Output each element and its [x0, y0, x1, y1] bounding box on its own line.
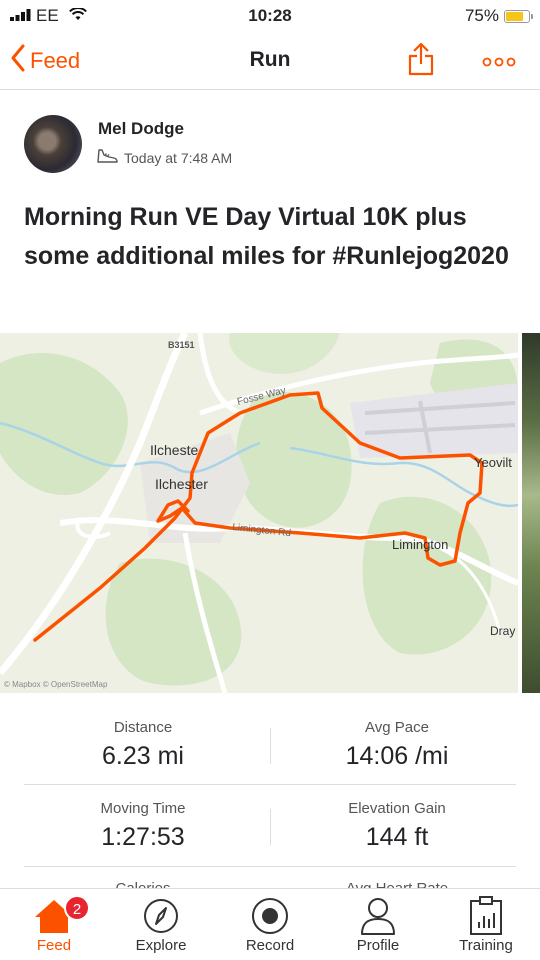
stat-distance-label: Distance	[113, 719, 173, 736]
map-label-dray: Dray	[490, 624, 515, 638]
tab-explore-label: Explore	[135, 937, 187, 954]
stat-pace: Avg Pace 14:06 /mi	[262, 719, 532, 771]
stat-elevation-value: 144 ft	[365, 823, 429, 851]
tab-training[interactable]: Training	[432, 895, 540, 954]
map-attribution: © Mapbox © OpenStreetMap	[4, 680, 108, 689]
home-icon	[0, 895, 108, 937]
tab-record[interactable]: Record	[216, 895, 324, 954]
tab-profile[interactable]: Profile	[324, 895, 432, 954]
woodland-area	[236, 391, 352, 528]
share-button[interactable]	[408, 42, 434, 81]
stat-distance: Distance 6.23 mi	[8, 719, 278, 771]
compass-icon	[107, 895, 215, 937]
woodland-area	[0, 353, 128, 495]
stat-elevation: Elevation Gain 144 ft	[262, 800, 532, 852]
map-label-ilchester: Ilchester	[155, 476, 208, 492]
profile-icon	[324, 895, 432, 937]
notification-badge: 2	[64, 895, 90, 921]
training-icon	[432, 895, 540, 937]
clock: 10:28	[248, 6, 292, 25]
stat-moving-time: Moving Time 1:27:53	[8, 800, 278, 852]
status-bar: EE 10:28 75%	[0, 0, 540, 34]
tab-explore[interactable]: Explore	[107, 895, 215, 954]
map-label-b3151: B3151	[168, 340, 195, 350]
map-label-ilchester-upper: Ilcheste	[150, 442, 198, 458]
stat-calories-label: Calories	[8, 880, 278, 888]
record-icon	[216, 895, 324, 937]
battery-percent: 75%	[464, 6, 499, 25]
tab-profile-label: Profile	[356, 937, 400, 954]
route-map[interactable]: B3151 Ilcheste Ilchester Yeovilt Limingt…	[0, 333, 518, 693]
battery: 75%	[464, 6, 533, 26]
share-icon	[408, 42, 434, 80]
nav-bar: Feed Run	[0, 34, 540, 90]
activity-time: Today at 7:48 AM	[124, 149, 233, 166]
tab-record-label: Record	[245, 937, 295, 954]
tab-feed[interactable]: 2 Feed	[0, 895, 108, 954]
woodland-area	[229, 333, 340, 374]
activity-meta: Today at 7:48 AM	[96, 148, 232, 167]
shoe-icon	[96, 148, 118, 167]
stat-moving-label: Moving Time	[100, 800, 186, 817]
page-title: Run	[249, 48, 291, 71]
stat-moving-value: 1:27:53	[101, 823, 185, 851]
more-icon	[482, 54, 516, 71]
stat-heart-rate-label: Avg Heart Rate	[262, 880, 532, 888]
photo-thumbnail-peek[interactable]	[522, 333, 540, 693]
athlete-name[interactable]: Mel Dodge	[98, 119, 184, 139]
map-label-limington: Limington	[392, 537, 448, 552]
tab-training-label: Training	[459, 937, 513, 954]
stat-pace-label: Avg Pace	[365, 719, 429, 736]
map-label-yeovilton: Yeovilt	[474, 455, 512, 470]
battery-icon	[504, 9, 533, 23]
stat-distance-value: 6.23 mi	[102, 742, 184, 770]
stat-elevation-label: Elevation Gain	[348, 800, 446, 817]
activity-title: Morning Run VE Day Virtual 10K plus some…	[24, 203, 509, 270]
tab-feed-label: Feed	[36, 937, 72, 954]
tab-bar: 2 Feed Explore Record Profile Training	[0, 888, 540, 960]
stat-pace-value: 14:06 /mi	[345, 742, 449, 770]
woodland-area	[105, 558, 242, 686]
airfield	[350, 383, 518, 458]
more-button[interactable]	[482, 54, 516, 72]
avatar[interactable]	[24, 115, 82, 173]
